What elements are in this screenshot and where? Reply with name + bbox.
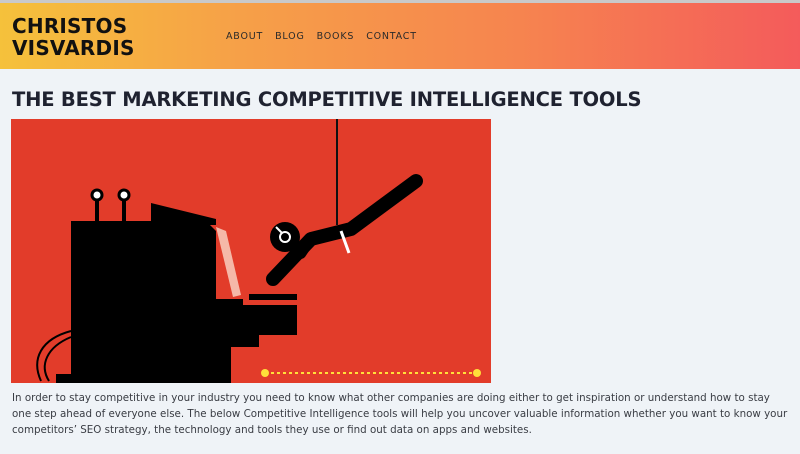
logo-line-1: CHRISTOS (12, 14, 128, 38)
site-logo[interactable]: CHRISTOS VISVARDIS (12, 15, 135, 59)
site-header: CHRISTOS VISVARDIS ABOUT BLOG BOOKS CONT… (0, 0, 800, 69)
nav-item-contact[interactable]: CONTACT (366, 31, 417, 42)
nav-item-blog[interactable]: BLOG (275, 31, 305, 42)
logo-line-2: VISVARDIS (12, 36, 135, 60)
hero-image (11, 119, 491, 383)
article-title: THE BEST MARKETING COMPETITIVE INTELLIGE… (12, 88, 642, 111)
nav-item-about[interactable]: ABOUT (226, 31, 263, 42)
article-intro: In order to stay competitive in your ind… (12, 392, 788, 436)
nav-item-books[interactable]: BOOKS (317, 31, 355, 42)
main-nav: ABOUT BLOG BOOKS CONTACT (226, 31, 417, 42)
